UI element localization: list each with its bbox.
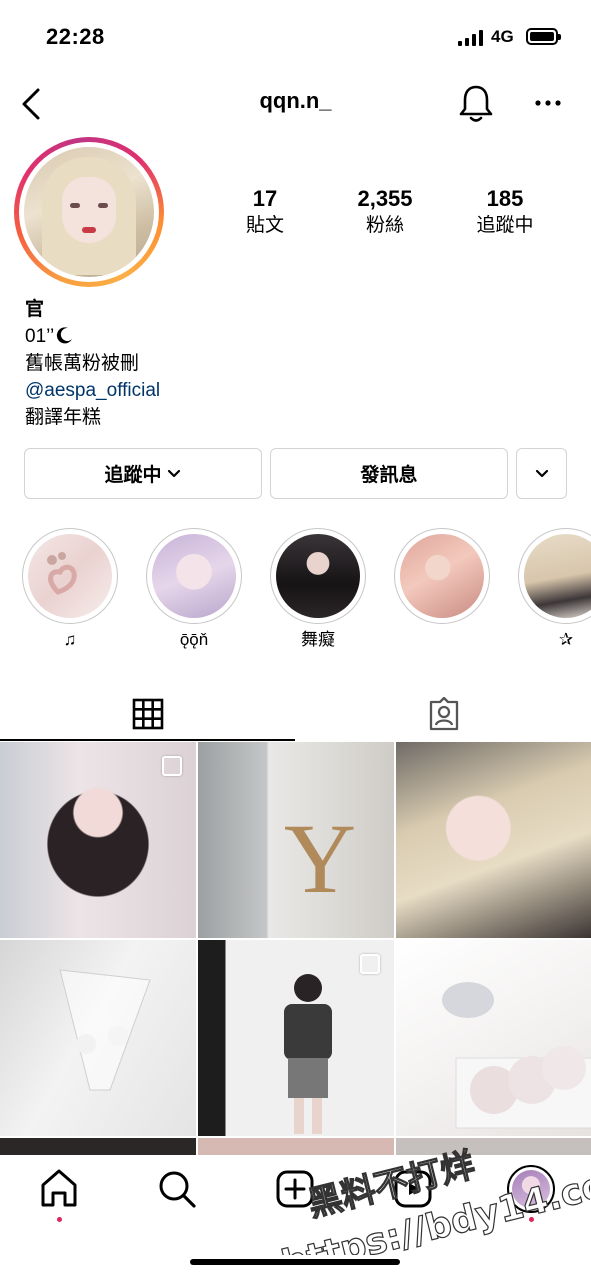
more-icon[interactable] [533,96,563,110]
search-icon[interactable] [153,1165,201,1213]
profile-header: qqn.n_ [0,78,591,128]
highlight-cover [400,534,484,618]
highlight-item[interactable] [394,528,490,650]
bio-line-3: 翻譯年糕 [25,407,102,428]
network-label: 4G [491,27,514,46]
signal-icon [458,30,484,46]
highlight-item[interactable]: ✰ [518,528,591,650]
chevron-down-icon [167,469,180,477]
avatar [512,1170,550,1208]
battery-icon [526,28,561,45]
posts-grid: Y [0,742,591,1160]
message-button-label: 發訊息 [360,465,418,486]
avatar[interactable] [14,137,164,287]
multiple-photos-icon [360,954,380,974]
status-time: 22:28 [46,24,105,49]
highlight-label [394,630,490,650]
highlight-cover [28,534,112,618]
home-indicator [190,1259,400,1265]
highlight-cover [276,534,360,618]
profile-avatar-icon[interactable] [507,1165,555,1213]
profile-stats: 17 貼文 2,355 粉絲 185 追蹤中 [210,185,580,245]
post-thumbnail[interactable] [396,940,591,1136]
profile-bio: 官 01’’ 舊帳萬粉被刪 @aespa_official 翻譯年糕 [25,296,565,431]
post-thumbnail[interactable]: Y [198,742,394,938]
highlight-item[interactable]: ♫ [22,528,118,650]
highlight-label: 舞癡 [301,630,335,649]
tab-posts-grid[interactable] [0,686,295,742]
avatar-image [24,147,154,277]
following-count-label: 追蹤中 [476,215,534,236]
bio-line-1: 01’’ [25,323,565,350]
grid-icon [132,698,163,730]
highlight-item[interactable]: ǭǭň [146,528,242,650]
bio-line-2: 舊帳萬粉被刪 [25,353,140,374]
status-bar: 22:28 4G [0,0,591,70]
highlight-cover [524,534,591,618]
home-icon[interactable] [35,1165,83,1213]
post-thumbnail[interactable] [396,742,591,938]
moon-icon [57,327,73,344]
highlight-cover [152,534,236,618]
multiple-photos-icon [162,756,182,776]
post-thumbnail[interactable] [0,742,196,938]
highlight-label: ✰ [558,630,574,649]
svg-text:Y: Y [284,803,356,914]
highlight-label: ♫ [63,630,77,649]
following-button[interactable]: 追蹤中 [24,448,262,499]
message-button[interactable]: 發訊息 [270,448,508,499]
posts-count: 17 貼文 [210,185,320,239]
post-thumbnail[interactable] [198,940,394,1136]
posts-count-value: 17 [252,186,278,211]
bell-icon[interactable] [458,82,494,124]
following-count-value: 185 [486,186,524,211]
reels-icon[interactable] [389,1165,437,1213]
post-thumbnail[interactable] [0,940,196,1136]
active-tab-indicator [0,739,295,741]
following-button-label: 追蹤中 [104,465,162,486]
profile-notification-dot [529,1217,534,1222]
chevron-down-icon [535,469,548,477]
following-count[interactable]: 185 追蹤中 [450,185,560,239]
highlight-label: ǭǭň [179,630,209,649]
profile-tabs [0,686,591,742]
page-title: qqn.n_ [259,88,332,113]
posts-count-label: 貼文 [245,215,284,236]
followers-count-value: 2,355 [357,186,413,211]
create-icon[interactable] [271,1165,319,1213]
tagged-icon [429,697,458,731]
display-name: 官 [25,299,45,320]
suggested-accounts-button[interactable] [516,448,567,499]
tab-tagged[interactable] [296,686,591,742]
followers-count-label: 粉絲 [365,215,404,236]
followers-count[interactable]: 2,355 粉絲 [330,185,440,239]
bio-mention-link[interactable]: @aespa_official [25,377,565,404]
home-notification-dot [57,1217,62,1222]
highlight-item[interactable]: 舞癡 [270,528,366,650]
